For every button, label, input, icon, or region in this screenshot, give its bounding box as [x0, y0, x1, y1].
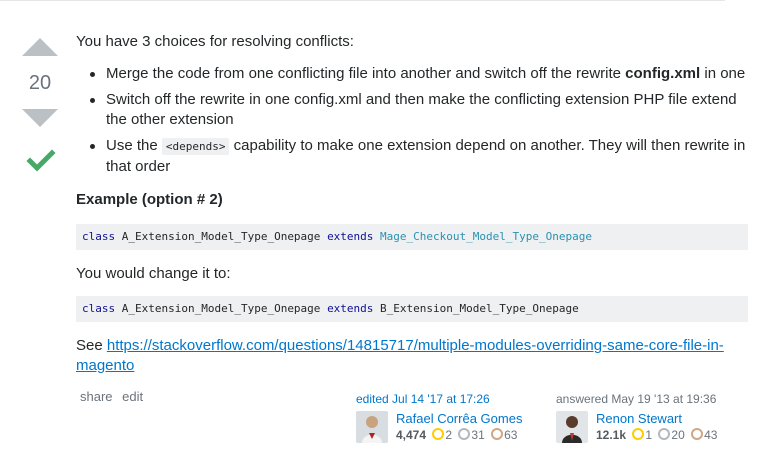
- gold-badge-icon: [432, 428, 445, 440]
- code-block-changed: class A_Extension_Model_Type_Onepage ext…: [76, 296, 748, 322]
- reference-link[interactable]: https://stackoverflow.com/questions/1481…: [76, 337, 724, 374]
- vote-down-arrow-icon[interactable]: [22, 109, 58, 127]
- code-block-original: class A_Extension_Model_Type_Onepage ext…: [76, 224, 748, 250]
- editor-name-link[interactable]: Rafael Corrêa Gomes: [396, 411, 522, 426]
- change-text: You would change it to:: [76, 265, 231, 282]
- silver-badge-icon: [458, 428, 471, 440]
- inline-code-depends: <depends>: [161, 138, 230, 155]
- gold-badge-icon: [632, 428, 645, 440]
- edited-time-link[interactable]: edited Jul 14 '17 at 17:26: [356, 392, 536, 406]
- choices-list: Merge the code from one conflicting file…: [76, 64, 752, 183]
- reputation: 12.1k 1 20 43: [596, 428, 718, 442]
- post-menu: share edit: [80, 389, 149, 404]
- checkmark-icon: [26, 149, 56, 172]
- silver-badge-icon: [658, 428, 671, 440]
- avatar[interactable]: [556, 411, 588, 443]
- bronze-badge-icon: [691, 428, 704, 440]
- edit-link[interactable]: edit: [122, 389, 143, 404]
- editor-signature: edited Jul 14 '17 at 17:26 Rafael Corrêa…: [356, 392, 536, 445]
- list-item: Merge the code from one conflicting file…: [76, 64, 752, 84]
- avatar[interactable]: [356, 411, 388, 443]
- list-item: Use the <depends> capability to make one…: [76, 136, 752, 177]
- list-item: Switch off the rewrite in one config.xml…: [76, 90, 752, 130]
- share-link[interactable]: share: [80, 389, 113, 404]
- answered-time: answered May 19 '13 at 19:36: [556, 392, 717, 406]
- vote-up-arrow-icon[interactable]: [22, 38, 58, 56]
- see-paragraph: See https://stackoverflow.com/questions/…: [76, 337, 724, 374]
- example-heading: Example (option # 2): [76, 191, 223, 208]
- answerer-name-link[interactable]: Renon Stewart: [596, 411, 717, 426]
- intro-text: You have 3 choices for resolving conflic…: [76, 33, 354, 50]
- vote-count: 20: [28, 72, 52, 94]
- bronze-badge-icon: [491, 428, 504, 440]
- answerer-signature: answered May 19 '13 at 19:36 Renon Stewa…: [556, 392, 756, 445]
- reputation: 4,474 2 31 63: [396, 428, 518, 442]
- top-divider: [0, 0, 725, 1]
- config-xml-bold: config.xml: [625, 65, 701, 82]
